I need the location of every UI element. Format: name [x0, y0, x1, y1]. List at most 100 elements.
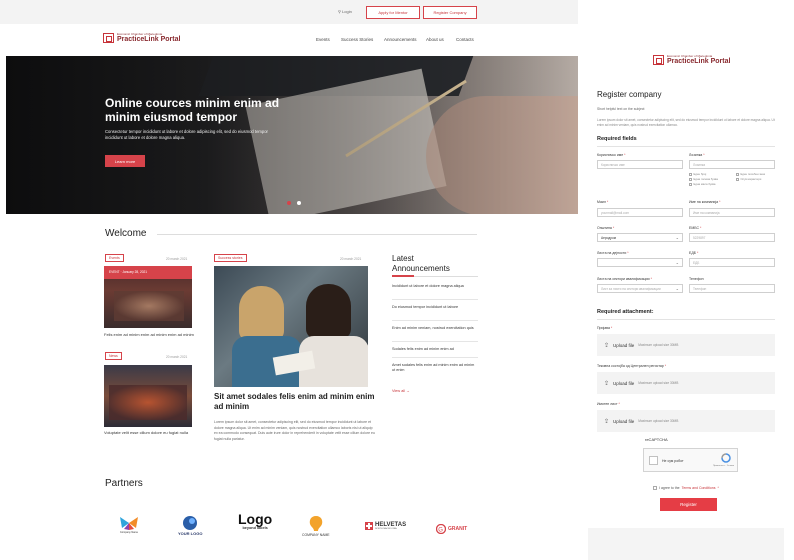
password-label-text: Лозинка	[689, 153, 703, 157]
featured-image[interactable]	[214, 266, 368, 387]
partner-logo[interactable]: Company Name	[118, 515, 140, 534]
announcement-item[interactable]: Do eiusmod tempor incididunt ut labore	[392, 305, 478, 310]
carousel-dot[interactable]	[287, 201, 291, 205]
nav-contacts[interactable]: Contacts	[456, 37, 474, 42]
register-button[interactable]: Register	[660, 498, 717, 511]
partner-logo[interactable]: Logo beyond labels	[238, 512, 272, 530]
terms-checkbox[interactable]	[653, 486, 657, 490]
pw-rule: Една мала буква	[689, 182, 716, 186]
municipality-label: Општина *	[597, 226, 615, 230]
pw-rule: Осум карактери	[736, 177, 761, 181]
event-image[interactable]: EVENT · January 28, 2021	[104, 266, 192, 328]
upload-hint: Maximum upload size 30MB	[638, 381, 679, 385]
announcement-item[interactable]: Incididunt ut labore et dolore magna ali…	[392, 284, 478, 289]
nav-success-stories[interactable]: Success Stories	[341, 37, 373, 42]
activity-label: Листа на дејности *	[597, 251, 629, 255]
email-input[interactable]: yourmail@mail.com	[597, 208, 683, 217]
terms-link[interactable]: Terms and Conditions	[682, 486, 716, 490]
pw-rule-text: Една голема буква	[693, 177, 718, 181]
attach-label-text: Имотен лист	[597, 402, 618, 406]
attach-label: Имотен лист *	[597, 402, 620, 406]
pw-rule-text: Еден број	[693, 172, 707, 176]
login-link[interactable]: ⚲ Login	[338, 9, 352, 14]
embs-label: ЕМБС *	[689, 226, 702, 230]
card-title[interactable]: Voluptate velit esse cillum dolore eu fu…	[104, 430, 194, 436]
recaptcha-checkbox[interactable]	[649, 456, 658, 465]
partner-name: Company Name	[119, 531, 139, 534]
event-banner-text: EVENT · January 28, 2021	[109, 270, 148, 274]
upload-property-sheet[interactable]: ⇪ Upload file Maximum upload size 30MB	[597, 410, 775, 432]
recaptcha-privacy[interactable]: Приватност - Услови	[713, 465, 734, 467]
announcement-item[interactable]: Amet sodales felis enim ad minim enim ad…	[392, 363, 478, 373]
crowd-shape	[114, 291, 184, 321]
checkbox-icon	[689, 177, 692, 181]
title-accent	[392, 275, 414, 277]
helvetas-text: HELVETAS NORTH MACEDONIA	[375, 522, 406, 530]
partner-name: GRANIT	[448, 526, 468, 532]
divider	[392, 320, 478, 321]
person-right	[306, 284, 351, 339]
apply-mentor-button[interactable]: Apply for Mentor	[366, 6, 420, 19]
welcome-title: Welcome	[105, 228, 147, 239]
form-logo[interactable]: Economic Chamber of Macedonia PracticeLi…	[653, 54, 730, 66]
logo-mark-icon	[653, 55, 664, 65]
checkbox-icon	[689, 172, 692, 176]
divider	[392, 357, 478, 358]
card-date: 20 march 2021	[166, 355, 188, 359]
featured-title[interactable]: Sit amet sodales felis enim ad minim eni…	[214, 392, 376, 412]
news-image[interactable]	[104, 365, 192, 427]
form-title: Register company	[597, 90, 662, 99]
upload-hint: Maximum upload size 30MB	[638, 343, 679, 347]
pw-rule: Еден посебен знак	[736, 172, 765, 176]
sector-select[interactable]: Лист за листи на сектори квалификации	[597, 284, 683, 293]
brand-text: Economic Chamber of Macedonia PracticeLi…	[117, 32, 180, 44]
partner-logo[interactable]: G GRANIT	[436, 524, 467, 534]
pw-rule: Една голема буква	[689, 177, 718, 181]
upload-label: Upload file	[613, 380, 635, 386]
announcement-item[interactable]: Sodales felis enim ad minim enim ad	[392, 347, 478, 352]
partner-name: beyond labels	[242, 526, 268, 530]
hero-overlay	[6, 56, 578, 214]
upload-application[interactable]: ⇪ Upload file Maximum upload size 30MB	[597, 334, 775, 356]
nav-announcements[interactable]: Announcements	[384, 37, 417, 42]
success-stories-tag[interactable]: Success stories	[214, 254, 247, 262]
pw-rule-text: Осум карактери	[740, 177, 762, 181]
news-tag[interactable]: News	[105, 352, 122, 360]
edb-input[interactable]: ЕДБ	[689, 258, 775, 267]
login-label: Login	[342, 9, 352, 14]
activity-select[interactable]	[597, 258, 683, 267]
password-input[interactable]: Лозинка	[689, 160, 775, 169]
attachment-title: Required attachment:	[597, 309, 654, 315]
upload-central-registry[interactable]: ⇪ Upload file Maximum upload size 30MB	[597, 372, 775, 394]
upload-label: Upload file	[613, 342, 635, 348]
municipality-select[interactable]: Аеродром	[597, 233, 683, 242]
attach-label-text: Тековна состојба од Централен регистар	[597, 364, 664, 368]
audience-shape	[109, 385, 187, 420]
card-title[interactable]: Felis enim ad minim enim ad minim enim a…	[104, 332, 194, 338]
nav-events[interactable]: Events	[316, 37, 330, 42]
register-company-button[interactable]: Register Company	[423, 6, 477, 19]
site-logo[interactable]: Economic Chamber of Macedonia PracticeLi…	[103, 32, 180, 44]
partner-logo[interactable]: COMPANY NAME	[302, 515, 330, 537]
partner-logo[interactable]: YOUR LOGO	[178, 515, 202, 536]
announcement-item[interactable]: Enim ad minim veniam, nostrud exercitati…	[392, 326, 478, 331]
embs-input[interactable]: 5229897	[689, 233, 775, 242]
nav-about-us[interactable]: About us	[426, 37, 444, 42]
learn-more-button[interactable]: Learn more	[105, 155, 145, 167]
partner-logo[interactable]: HELVETAS NORTH MACEDONIA	[365, 522, 406, 530]
terms-row: I agree to the Terms and Conditions *	[653, 486, 719, 490]
divider	[392, 341, 478, 342]
phone-input[interactable]: Телефон	[689, 284, 775, 293]
view-all-link[interactable]: View all →	[392, 389, 410, 393]
username-input[interactable]: Корисничко име	[597, 160, 683, 169]
view-all-label: View all	[392, 389, 406, 393]
events-tag[interactable]: Events	[105, 254, 124, 262]
pw-rule-text: Една мала буква	[693, 182, 716, 186]
brand-title: PracticeLink Portal	[667, 58, 731, 65]
carousel-dot-active[interactable]	[297, 201, 301, 205]
company-input[interactable]: Име на компанија	[689, 208, 775, 217]
circle-logo-icon	[183, 516, 198, 530]
recaptcha-text: Не сум робот	[662, 459, 684, 463]
hero-banner: Online cources minim enim ad minim eiusm…	[6, 56, 578, 214]
featured-text: Lorem ipsum dolor sit amet, consectetur …	[214, 420, 375, 441]
